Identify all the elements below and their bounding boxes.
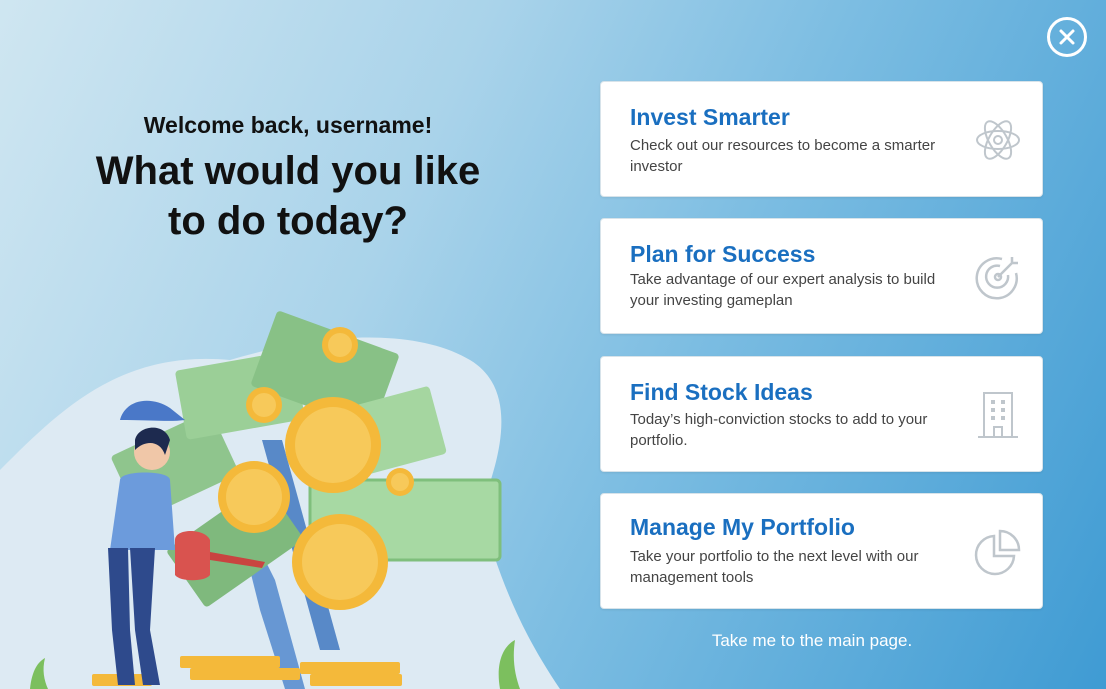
card-description: Take advantage of our expert analysis to… bbox=[630, 271, 936, 309]
building-icon bbox=[978, 392, 1018, 438]
card-invest-smarter[interactable]: Invest Smarter Check out our resources t… bbox=[600, 81, 1043, 197]
page-title-line2: to do today? bbox=[168, 199, 408, 243]
target-icon bbox=[975, 257, 1018, 300]
close-icon bbox=[1059, 29, 1075, 45]
card-find-stock-ideas[interactable]: Find Stock Ideas Today’s high-conviction… bbox=[600, 356, 1043, 472]
card-title: Find Stock Ideas bbox=[630, 379, 813, 405]
card-title: Invest Smarter bbox=[630, 104, 790, 130]
money-tree-illustration bbox=[0, 311, 560, 689]
atom-icon bbox=[976, 120, 1020, 160]
card-description: Check out our resources to become a smar… bbox=[630, 137, 936, 175]
card-manage-my-portfolio[interactable]: Manage My Portfolio Take your portfolio … bbox=[600, 493, 1043, 609]
page-title-line1: What would you like bbox=[95, 149, 481, 193]
close-button[interactable] bbox=[1047, 17, 1087, 57]
pie-chart-icon bbox=[974, 529, 1021, 576]
main-page-link[interactable]: Take me to the main page. bbox=[600, 631, 1024, 651]
card-title: Manage My Portfolio bbox=[630, 514, 855, 540]
card-description: Take your portfolio to the next level wi… bbox=[630, 548, 919, 586]
welcome-header: Welcome back, username! What would you l… bbox=[60, 110, 516, 246]
card-description: Today’s high-conviction stocks to add to… bbox=[630, 411, 928, 449]
welcome-greeting: Welcome back, username! bbox=[143, 112, 433, 138]
card-plan-for-success[interactable]: Plan for Success Take advantage of our e… bbox=[600, 218, 1043, 334]
page-title: What would you like to do today? bbox=[60, 146, 516, 246]
card-title: Plan for Success bbox=[630, 241, 816, 267]
